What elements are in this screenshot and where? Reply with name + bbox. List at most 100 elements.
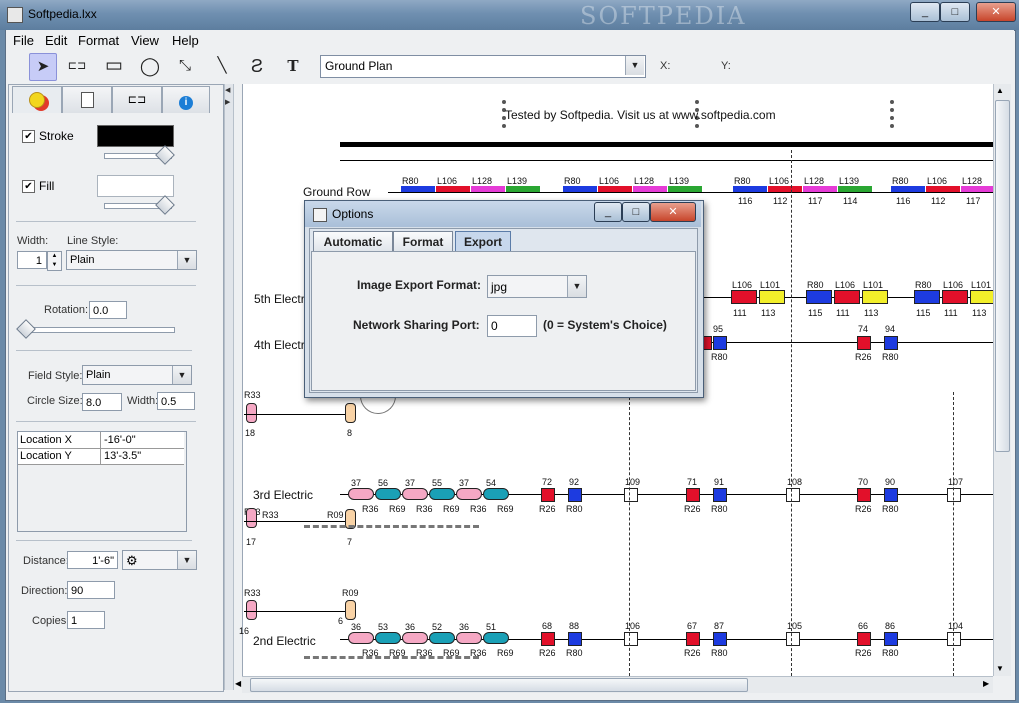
rectangle-tool-icon[interactable]: ▭ <box>101 53 127 79</box>
port-input[interactable]: 0 <box>487 315 537 337</box>
copies-input[interactable]: 1 <box>67 611 105 629</box>
menu-edit[interactable]: Edit <box>45 33 67 48</box>
chevron-down-icon[interactable]: ▼ <box>177 551 196 569</box>
fill-color-swatch[interactable] <box>97 175 174 197</box>
fixture[interactable] <box>884 336 898 350</box>
fixture[interactable] <box>506 186 540 192</box>
fixture[interactable] <box>246 403 257 423</box>
fixture[interactable] <box>429 632 455 644</box>
page-tab-icon[interactable] <box>62 86 112 113</box>
canvas-banner[interactable]: Tested by Softpedia. Visit us at www.sof… <box>505 108 776 122</box>
fixture[interactable] <box>429 488 455 500</box>
boom-line[interactable] <box>304 525 479 528</box>
fixture[interactable] <box>541 632 555 646</box>
fixture[interactable] <box>401 186 435 192</box>
fixture[interactable] <box>456 632 482 644</box>
fixture[interactable] <box>375 632 401 644</box>
panel-splitter[interactable] <box>224 84 234 690</box>
fixture[interactable] <box>541 488 555 502</box>
direction-input[interactable]: 90 <box>67 581 115 599</box>
ellipse-tool-icon[interactable]: ◯ <box>137 53 163 79</box>
fixture[interactable] <box>884 488 898 502</box>
fixture[interactable] <box>402 632 428 644</box>
fixture[interactable] <box>483 632 509 644</box>
circle-width-input[interactable]: 0.5 <box>157 392 195 410</box>
fixture[interactable] <box>947 632 961 646</box>
plaster-line[interactable] <box>340 160 993 161</box>
fixture[interactable] <box>768 186 802 192</box>
fixture[interactable] <box>862 290 888 304</box>
chevron-down-icon[interactable]: ▼ <box>172 366 191 384</box>
pipe[interactable] <box>244 521 350 522</box>
expand-right-icon[interactable]: ▶ <box>225 98 230 106</box>
fixture[interactable] <box>926 186 960 192</box>
fixture[interactable] <box>713 632 727 646</box>
fixture[interactable] <box>375 488 401 500</box>
dialog-maximize-button[interactable]: □ <box>622 202 650 222</box>
fixture[interactable] <box>686 632 700 646</box>
proscenium-line[interactable] <box>340 142 993 147</box>
fixture[interactable] <box>914 290 940 304</box>
fixture[interactable] <box>857 632 871 646</box>
scroll-left-icon[interactable]: ◀ <box>235 679 241 688</box>
chevron-down-icon[interactable]: ▼ <box>567 276 586 297</box>
fixture[interactable] <box>402 488 428 500</box>
info-tab-icon[interactable]: i <box>162 86 210 113</box>
fixture[interactable] <box>786 632 800 646</box>
fixture[interactable] <box>624 632 638 646</box>
fixture[interactable] <box>891 186 925 192</box>
menu-format[interactable]: Format <box>78 33 119 48</box>
paint-tab-icon[interactable] <box>12 86 62 113</box>
menu-view[interactable]: View <box>131 33 159 48</box>
horizontal-scroll-thumb[interactable] <box>250 678 748 692</box>
tab-automatic[interactable]: Automatic <box>313 231 393 252</box>
fixture[interactable] <box>759 290 785 304</box>
pipe[interactable] <box>388 192 993 193</box>
circle-size-input[interactable]: 8.0 <box>82 393 122 411</box>
fixture[interactable] <box>246 600 257 620</box>
fixture[interactable] <box>345 600 356 620</box>
close-button[interactable]: ✕ <box>976 2 1016 22</box>
width-spinner[interactable]: ▲ ▼ <box>47 251 62 271</box>
fixture[interactable] <box>961 186 995 192</box>
fixture[interactable] <box>624 488 638 502</box>
width-input[interactable]: 1 <box>17 251 47 269</box>
fixture[interactable] <box>731 290 757 304</box>
fixture[interactable] <box>713 336 727 350</box>
fixture[interactable] <box>857 488 871 502</box>
menu-help[interactable]: Help <box>172 33 199 48</box>
selection-handle[interactable] <box>890 100 898 128</box>
fixture[interactable] <box>345 403 356 423</box>
fixture[interactable] <box>803 186 837 192</box>
fixture[interactable] <box>348 488 374 500</box>
line-tool-icon[interactable]: ╲ <box>209 53 235 79</box>
fixture[interactable] <box>884 632 898 646</box>
fixture[interactable] <box>563 186 597 192</box>
fixture[interactable] <box>834 290 860 304</box>
rotation-input[interactable]: 0.0 <box>89 301 127 319</box>
fixture[interactable] <box>436 186 470 192</box>
curve-tool-icon[interactable]: Ƨ <box>244 53 270 79</box>
scroll-right-icon[interactable]: ▶ <box>983 679 989 688</box>
location-y-value[interactable]: 13'-3.5" <box>104 450 141 462</box>
scroll-down-icon[interactable]: ▼ <box>996 664 1004 673</box>
stroke-color-swatch[interactable] <box>97 125 174 147</box>
fixture[interactable] <box>686 488 700 502</box>
fixture[interactable] <box>838 186 872 192</box>
fixture[interactable] <box>568 488 582 502</box>
fixture[interactable] <box>942 290 968 304</box>
fixture[interactable] <box>598 186 632 192</box>
location-x-value[interactable]: -16'-0" <box>104 434 136 446</box>
pipe[interactable] <box>244 611 350 612</box>
fixture[interactable] <box>633 186 667 192</box>
tab-format[interactable]: Format <box>393 231 453 252</box>
collapse-left-icon[interactable]: ◀ <box>225 86 230 94</box>
fixture[interactable] <box>806 290 832 304</box>
tab-export[interactable]: Export <box>455 231 511 252</box>
fixture[interactable] <box>471 186 505 192</box>
minimize-button[interactable]: _ <box>910 2 940 22</box>
dialog-close-button[interactable]: ✕ <box>650 202 696 222</box>
erase-line-tool-icon[interactable]: ⤡ <box>172 53 198 79</box>
stroke-checkbox[interactable]: ✔ <box>22 130 35 143</box>
select-tool-icon[interactable]: ➤ <box>29 53 57 81</box>
